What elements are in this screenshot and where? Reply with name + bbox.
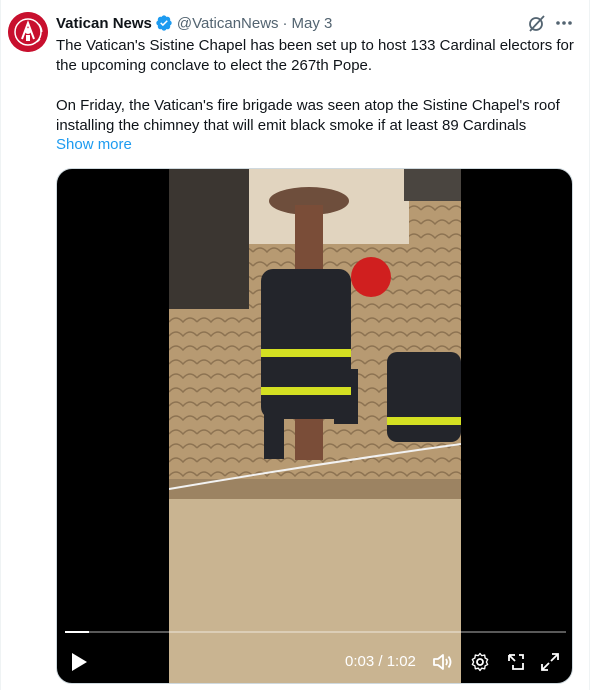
settings-gear-icon[interactable] bbox=[469, 651, 491, 673]
author-handle[interactable]: @VaticanNews bbox=[177, 15, 279, 32]
tweet-header: Vatican News @VaticanNews · May 3 bbox=[56, 13, 332, 33]
tweet-text: The Vatican's Sistine Chapel has been se… bbox=[56, 36, 576, 136]
time-display: 0:03 / 1:02 bbox=[345, 653, 416, 670]
play-icon[interactable] bbox=[69, 651, 89, 673]
volume-icon[interactable] bbox=[431, 651, 453, 673]
tweet-date[interactable]: May 3 bbox=[292, 15, 333, 32]
video-controls: 0:03 / 1:02 bbox=[57, 644, 572, 680]
tweet-paragraph-1: The Vatican's Sistine Chapel has been se… bbox=[56, 37, 574, 74]
verified-badge-icon[interactable] bbox=[155, 14, 173, 32]
grok-icon[interactable] bbox=[527, 13, 547, 33]
show-more-link[interactable]: Show more bbox=[56, 135, 132, 155]
picture-in-picture-icon[interactable] bbox=[505, 651, 527, 673]
video-player[interactable]: 0:03 / 1:02 bbox=[56, 168, 573, 684]
vatican-logo-icon bbox=[8, 12, 48, 52]
author-name[interactable]: Vatican News bbox=[56, 15, 152, 32]
progress-fill bbox=[65, 631, 90, 633]
separator-dot: · bbox=[282, 14, 288, 32]
progress-bar[interactable] bbox=[65, 631, 566, 633]
avatar[interactable] bbox=[8, 12, 48, 52]
fullscreen-icon[interactable] bbox=[539, 651, 561, 673]
tweet-paragraph-2: On Friday, the Vatican's fire brigade wa… bbox=[56, 97, 560, 134]
video-frame bbox=[169, 169, 461, 683]
tweet-card[interactable]: Vatican News @VaticanNews · May 3 The Va… bbox=[0, 0, 590, 690]
more-options-icon[interactable] bbox=[554, 13, 574, 33]
